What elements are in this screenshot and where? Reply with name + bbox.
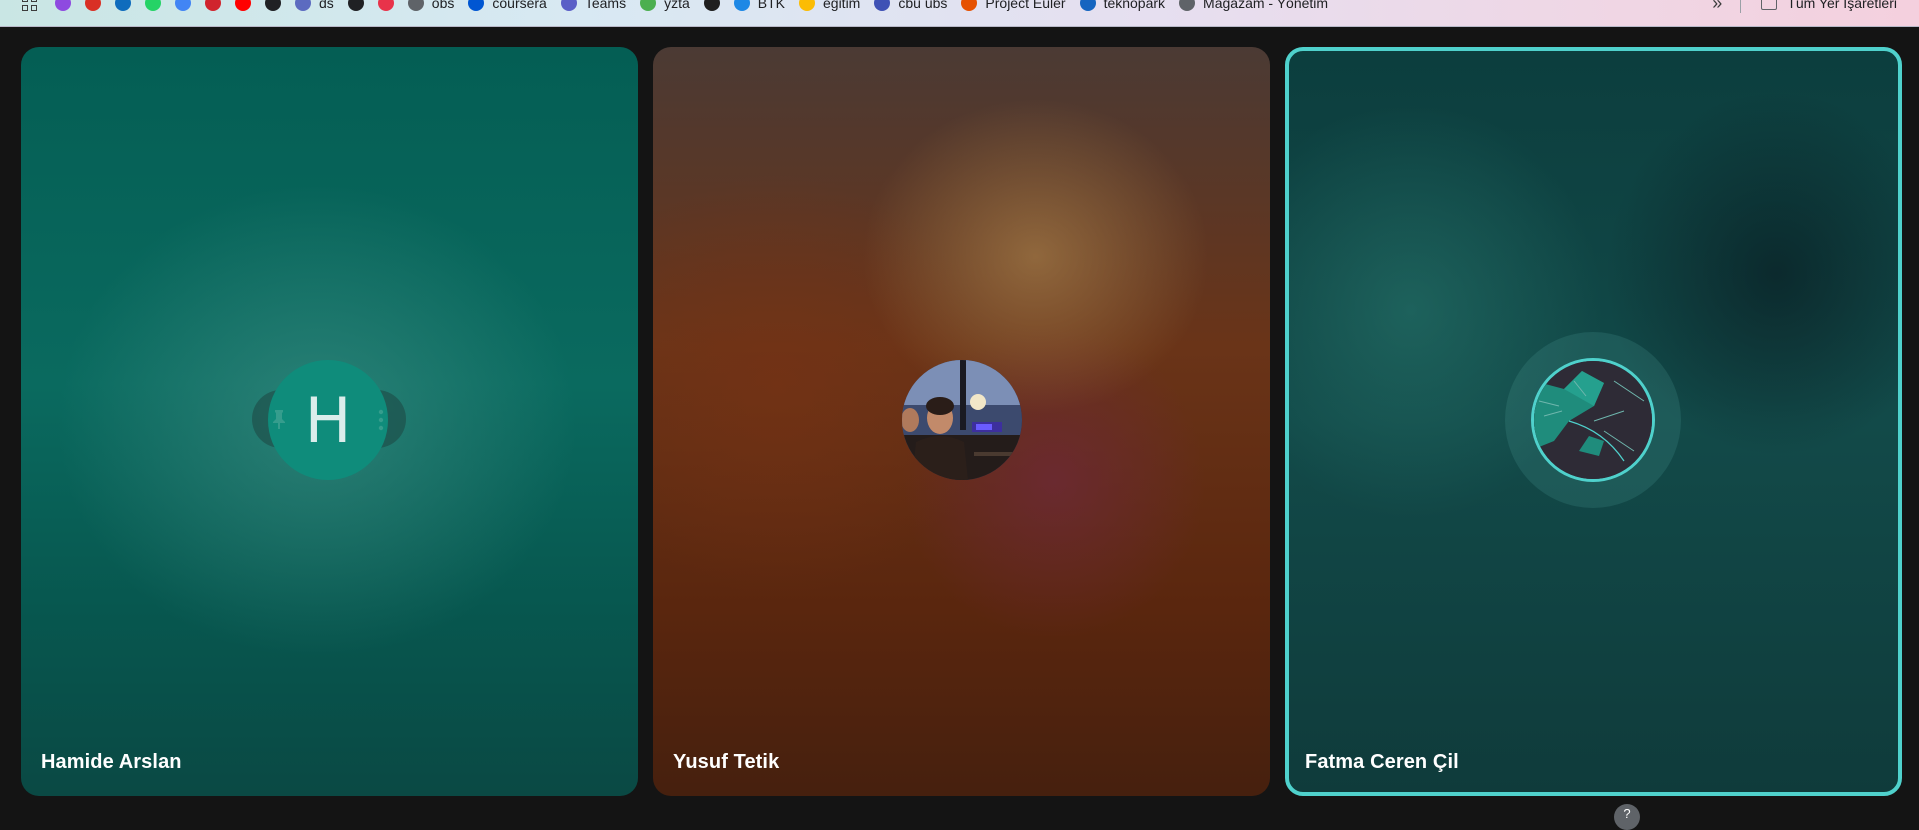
bookmark-label: teknopark — [1103, 0, 1166, 11]
bookmark-label: cbu ubs — [898, 0, 948, 11]
bookmark-item[interactable] — [85, 0, 101, 11]
bookmark-item[interactable] — [55, 0, 71, 11]
divider — [1740, 0, 1742, 13]
pin-icon[interactable] — [271, 409, 287, 429]
bookmark-item[interactable] — [175, 0, 191, 11]
bookmark-item[interactable]: coursera — [468, 0, 547, 11]
bookmark-item[interactable]: obs — [407, 0, 455, 11]
globe-icon — [407, 0, 424, 11]
translate-icon — [175, 0, 191, 11]
bookmark-label: Teams — [584, 0, 627, 11]
purple-app-icon — [55, 0, 71, 11]
folder-icon — [1761, 0, 1778, 10]
bookmark-label: ds — [319, 0, 334, 11]
bookmarks-list: ds obs coursera Teams yzta BTK eğitim cbu ubs Pr… — [0, 0, 1342, 16]
more-options-icon[interactable] — [378, 409, 384, 431]
youtube-icon — [235, 0, 251, 11]
openai-icon — [265, 0, 281, 11]
help-badge[interactable]: ? — [1614, 804, 1640, 830]
btk-icon — [733, 0, 750, 11]
bookmark-label: Mağazam - Yönetim — [1203, 0, 1329, 11]
gmail-icon — [85, 0, 101, 11]
bookmark-item[interactable]: Teams — [560, 0, 627, 11]
bookmark-item[interactable]: cbu ubs — [874, 0, 947, 11]
bookmark-item[interactable] — [703, 0, 720, 11]
apps-grid-icon[interactable] — [22, 0, 37, 11]
bookmark-label: coursera — [492, 0, 547, 11]
v-app-icon — [703, 0, 720, 11]
bookmark-item[interactable]: BTK — [733, 0, 785, 11]
globe-icon — [1179, 0, 1196, 11]
yzta-icon — [640, 0, 657, 11]
all-bookmarks-link[interactable]: Tüm Yer İşaretleri — [1787, 0, 1897, 11]
music-icon — [377, 0, 394, 11]
red-app-icon — [205, 0, 221, 11]
avatar-photo — [1531, 358, 1655, 482]
coursera-icon — [468, 0, 485, 11]
more-bookmarks-chevron-icon[interactable]: » — [1712, 0, 1722, 14]
teknopark-icon — [1079, 0, 1096, 11]
pe-icon — [961, 0, 978, 11]
participant-tile-hamide[interactable]: H Hamide Arslan — [21, 47, 638, 796]
bookmark-item[interactable] — [205, 0, 221, 11]
bookmark-item[interactable] — [115, 0, 131, 11]
bookmark-label: BTK — [757, 0, 785, 11]
bookmark-item[interactable] — [145, 0, 161, 11]
bookmark-item[interactable]: ds — [295, 0, 334, 11]
bookmark-item[interactable]: Mağazam - Yönetim — [1179, 0, 1328, 11]
outlook-icon — [115, 0, 131, 11]
bookmark-item[interactable]: Project Euler — [961, 0, 1066, 11]
bookmark-item[interactable] — [347, 0, 364, 11]
bookmark-item[interactable]: yzta — [640, 0, 690, 11]
github-icon — [347, 0, 364, 11]
bookmark-item[interactable]: teknopark — [1079, 0, 1166, 11]
profile-photo-image — [902, 360, 1022, 480]
bookmark-item[interactable] — [235, 0, 251, 11]
bookmark-label: yzta — [664, 0, 690, 11]
avatar-initial: H — [304, 383, 352, 457]
participant-tile-yusuf[interactable]: Yusuf Tetik — [653, 47, 1270, 796]
participant-tile-fatma[interactable]: Fatma Ceren Çil — [1285, 47, 1902, 796]
map-image — [1534, 361, 1652, 479]
bookmark-label: Project Euler — [985, 0, 1066, 11]
bookmarks-bar: ds obs coursera Teams yzta BTK eğitim cbu ubs Pr… — [0, 0, 1919, 27]
bookmark-label: obs — [431, 0, 455, 11]
participant-name: Yusuf Tetik — [673, 751, 780, 773]
bookmarks-right: » Tüm Yer İşaretleri — [1712, 0, 1919, 16]
participant-name: Hamide Arslan — [41, 751, 182, 773]
whatsapp-icon — [145, 0, 161, 11]
cbu-icon — [874, 0, 891, 11]
bookmark-item[interactable] — [265, 0, 281, 11]
globe-link-icon — [295, 0, 311, 11]
participant-name: Fatma Ceren Çil — [1305, 751, 1459, 773]
drive-icon — [799, 0, 815, 11]
avatar-photo — [902, 360, 1022, 480]
bookmark-item[interactable] — [377, 0, 394, 11]
teams-icon — [560, 0, 577, 11]
bookmark-item[interactable]: eğitim — [799, 0, 860, 11]
bookmark-label: eğitim — [823, 0, 861, 11]
